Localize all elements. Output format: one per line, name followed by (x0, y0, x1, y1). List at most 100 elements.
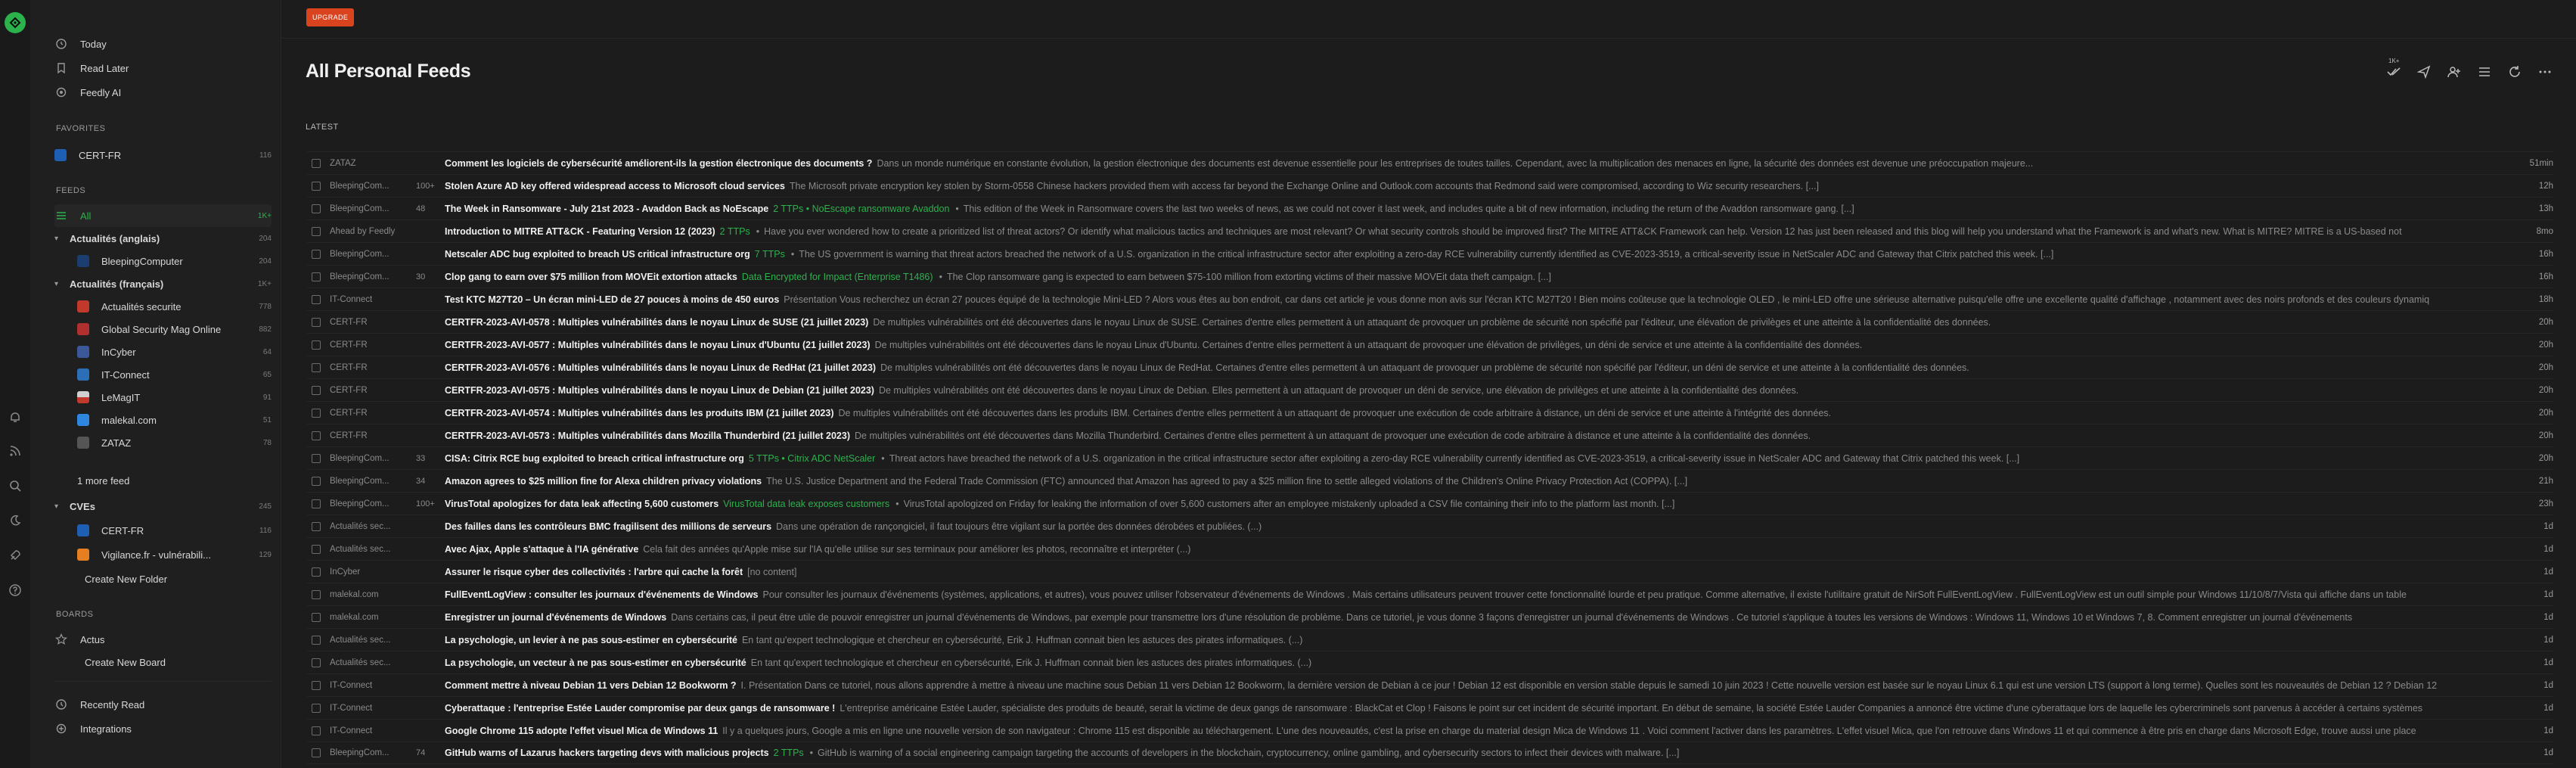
rocket-icon[interactable] (8, 548, 23, 563)
search-icon[interactable] (8, 478, 23, 493)
row-checkbox[interactable] (312, 499, 321, 508)
sidebar-item-lemagit[interactable]: LeMagIT 91 (77, 386, 272, 409)
sidebar-item-today[interactable]: Today (54, 33, 272, 55)
article-title[interactable]: Comment mettre à niveau Debian 11 vers D… (445, 680, 737, 691)
row-checkbox[interactable] (312, 226, 321, 236)
article-row[interactable]: BleepingCom... 100+ Stolen Azure AD key of… (307, 174, 2553, 197)
article-title[interactable]: CERTFR-2023-AVI-0575 : Multiples vulnéra… (445, 385, 874, 396)
ai-tags[interactable]: 2 TTPs • NoEscape ransomware Avaddon (773, 204, 949, 214)
article-row[interactable]: Actualités sec... La psychologie, un vect… (307, 651, 2553, 673)
add-content-icon[interactable] (8, 410, 23, 425)
article-title[interactable]: GitHub warns of Lazarus hackers targetin… (445, 748, 769, 758)
article-title[interactable]: Netscaler ADC bug exploited to breach US… (445, 249, 750, 260)
article-title[interactable]: La psychologie, un vecteur à ne pas sous… (445, 658, 746, 668)
article-title[interactable]: Des failles dans les contrôleurs BMC fra… (445, 521, 771, 532)
row-checkbox[interactable] (312, 521, 321, 531)
article-row[interactable]: CERT-FR CERTFR-2023-AVI-0574 : Multiples … (307, 401, 2553, 424)
create-new-folder-link[interactable]: Create New Folder (85, 567, 272, 590)
article-row[interactable]: BleepingCom... 33 CISA: Citrix RCE bug exp… (307, 446, 2553, 469)
chevron-down-icon[interactable]: ▾ (54, 235, 62, 243)
row-checkbox[interactable] (312, 567, 321, 577)
article-row[interactable]: BleepingCom... 34 Amazon agrees to $25 mil… (307, 469, 2553, 492)
article-title[interactable]: Enregistrer un journal d'événements de W… (445, 612, 666, 623)
upgrade-button[interactable]: UPGRADE (306, 8, 355, 26)
team-button[interactable] (2446, 64, 2463, 80)
sidebar-item-vigilance[interactable]: Vigilance.fr - vulnérabili... 129 (77, 543, 272, 566)
row-checkbox[interactable] (312, 544, 321, 554)
article-title[interactable]: CERTFR-2023-AVI-0578 : Multiples vulnéra… (445, 317, 868, 328)
article-row[interactable]: malekal.com FullEventLogView : consulter … (307, 583, 2553, 605)
chevron-down-icon[interactable]: ▾ (54, 280, 62, 288)
row-checkbox[interactable] (312, 589, 321, 599)
article-row[interactable]: Actualités sec... Avec Ajax, Apple s'atta… (307, 537, 2553, 560)
layout-button[interactable] (2476, 64, 2493, 80)
sidebar-item-recently-read[interactable]: Recently Read (54, 693, 272, 716)
sidebar-item-zataz[interactable]: ZATAZ 78 (77, 431, 272, 454)
ai-tags[interactable]: 2 TTPs (774, 748, 804, 758)
refresh-button[interactable] (2506, 64, 2523, 80)
article-title[interactable]: Comment les logiciels de cybersécurité a… (445, 158, 872, 169)
sidebar-item-read-later[interactable]: Read Later (54, 57, 272, 79)
row-checkbox[interactable] (312, 612, 321, 622)
article-row[interactable]: BleepingCom... 100+ VirusTotal apologizes … (307, 492, 2553, 515)
article-title[interactable]: CERTFR-2023-AVI-0577 : Multiples vulnéra… (445, 340, 871, 350)
article-row[interactable]: CERT-FR CERTFR-2023-AVI-0573 : Multiples … (307, 424, 2553, 446)
mark-as-read-button[interactable]: 1K+ (2385, 58, 2402, 80)
row-checkbox[interactable] (312, 408, 321, 418)
feedly-logo-icon[interactable] (5, 12, 26, 33)
row-checkbox[interactable] (312, 249, 321, 259)
article-title[interactable]: Avec Ajax, Apple s'attaque à l'IA généra… (445, 544, 638, 555)
sidebar-item-malekal[interactable]: malekal.com 51 (77, 409, 272, 431)
share-button[interactable] (2416, 64, 2432, 80)
article-row[interactable]: CERT-FR CERTFR-2023-AVI-0576 : Multiples … (307, 356, 2553, 378)
article-title[interactable]: Assurer le risque cyber des collectivité… (445, 567, 743, 577)
rss-icon[interactable] (8, 443, 23, 459)
article-title[interactable]: Amazon agrees to $25 million fine for Al… (445, 476, 762, 487)
more-feeds-link[interactable]: 1 more feed (77, 469, 272, 492)
sidebar-item-incyber[interactable]: InCyber 64 (77, 340, 272, 363)
sidebar-item-board-actus[interactable]: Actus (54, 628, 272, 651)
article-row[interactable]: CERT-FR CERTFR-2023-AVI-0578 : Multiples … (307, 310, 2553, 333)
row-checkbox[interactable] (312, 204, 321, 213)
folder-actualites-francais[interactable]: ▾ Actualités (français) 1K+ (54, 272, 272, 295)
folder-actualites-anglais[interactable]: ▾ Actualités (anglais) 204 (54, 227, 272, 250)
sidebar-item-all[interactable]: All 1K+ (54, 204, 272, 227)
article-row[interactable]: Actualités sec... Des failles dans les co… (307, 515, 2553, 537)
article-row[interactable]: CERT-FR CERTFR-2023-AVI-0575 : Multiples … (307, 378, 2553, 401)
sidebar-item-bleepingcomputer[interactable]: BleepingComputer 204 (77, 250, 272, 272)
sidebar-item-cves-cert-fr[interactable]: CERT-FR 116 (77, 519, 272, 542)
article-row[interactable]: malekal.com Enregistrer un journal d'évén… (307, 605, 2553, 628)
sidebar-item-feedly-ai[interactable]: Feedly AI (54, 81, 272, 104)
ai-tags[interactable]: 2 TTPs (720, 226, 750, 237)
sidebar-item-favorite-cert-fr[interactable]: CERT-FR 116 (54, 144, 272, 166)
article-title[interactable]: Stolen Azure AD key offered widespread a… (445, 181, 785, 191)
row-checkbox[interactable] (312, 317, 321, 327)
row-checkbox[interactable] (312, 181, 321, 191)
article-row[interactable]: BleepingCom... 74 GitHub warns of Lazarus … (307, 742, 2553, 764)
article-title[interactable]: Clop gang to earn over $75 million from … (445, 272, 737, 282)
folder-cves[interactable]: ▾ CVEs 245 (54, 495, 272, 518)
row-checkbox[interactable] (312, 158, 321, 168)
row-checkbox[interactable] (312, 272, 321, 281)
article-title[interactable]: CERTFR-2023-AVI-0576 : Multiples vulnéra… (445, 362, 876, 373)
row-checkbox[interactable] (312, 703, 321, 713)
article-row[interactable]: IT-Connect Cyberattaque : l'entreprise Es… (307, 696, 2553, 719)
article-row[interactable]: Actualités sec... La psychologie, un levi… (307, 628, 2553, 651)
row-checkbox[interactable] (312, 680, 321, 690)
row-checkbox[interactable] (312, 726, 321, 735)
row-checkbox[interactable] (312, 635, 321, 645)
article-title[interactable]: Cyberattaque : l'entreprise Estée Lauder… (445, 703, 835, 714)
row-checkbox[interactable] (312, 385, 321, 395)
article-title[interactable]: CERTFR-2023-AVI-0574 : Multiples vulnéra… (445, 408, 833, 418)
sidebar-item-integrations[interactable]: Integrations (54, 717, 272, 740)
row-checkbox[interactable] (312, 453, 321, 463)
article-row[interactable]: IT-Connect Google Chrome 115 adopte l'eff… (307, 719, 2553, 742)
create-new-board-link[interactable]: Create New Board (85, 651, 272, 673)
chevron-down-icon[interactable]: ▾ (54, 502, 62, 511)
article-title[interactable]: VirusTotal apologizes for data leak affe… (445, 499, 718, 509)
theme-moon-icon[interactable] (8, 513, 23, 528)
help-icon[interactable] (8, 583, 23, 598)
ai-tags[interactable]: 5 TTPs • Citrix ADC NetScaler (749, 453, 875, 464)
article-title[interactable]: Google Chrome 115 adopte l'effet visuel … (445, 726, 718, 736)
row-checkbox[interactable] (312, 748, 321, 757)
